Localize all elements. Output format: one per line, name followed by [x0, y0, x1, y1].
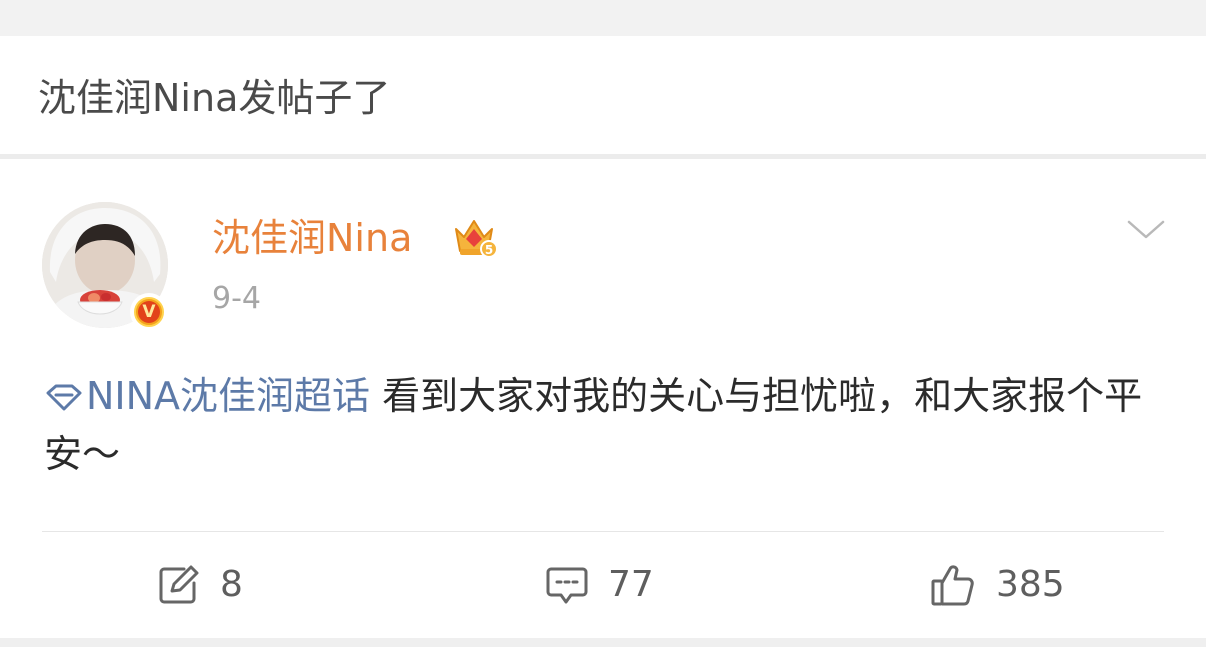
v-verified-icon: V	[138, 301, 160, 323]
repost-button[interactable]: 8	[158, 563, 243, 607]
repost-icon	[159, 565, 199, 604]
svg-text:5: 5	[485, 243, 493, 257]
verified-badge: V	[130, 293, 168, 331]
comment-button[interactable]: 77	[546, 563, 654, 607]
header-title: 沈佳润Nina发帖子了	[38, 76, 391, 120]
comment-icon	[546, 567, 588, 604]
post-content: NINA沈佳润超话 看到大家对我的关心与担忧啦，和大家报个平安～	[44, 367, 1164, 483]
diamond-topic-icon	[46, 384, 82, 411]
user-name[interactable]: 沈佳润Nina	[212, 215, 412, 261]
thumbs-up-icon	[931, 565, 974, 606]
post-time: 9-4	[212, 281, 261, 316]
like-button[interactable]: 385	[930, 563, 1065, 607]
chevron-down-icon[interactable]	[1126, 217, 1166, 243]
topic-link[interactable]: NINA沈佳润超话	[44, 374, 370, 418]
actions-divider	[42, 531, 1164, 532]
comment-count: 77	[608, 564, 654, 605]
bottom-strip	[0, 638, 1206, 647]
like-count: 385	[996, 564, 1065, 605]
crown-icon[interactable]: 5	[452, 215, 498, 259]
topic-label[interactable]: NINA沈佳润超话	[86, 374, 370, 418]
notification-header: 沈佳润Nina发帖子了	[0, 36, 1206, 154]
top-strip	[0, 0, 1206, 36]
post-card[interactable]: V 沈佳润Nina 5 9-4 NINA沈佳润超话 看到大家对我的关心与担忧啦，…	[0, 159, 1206, 638]
repost-count: 8	[220, 564, 243, 605]
